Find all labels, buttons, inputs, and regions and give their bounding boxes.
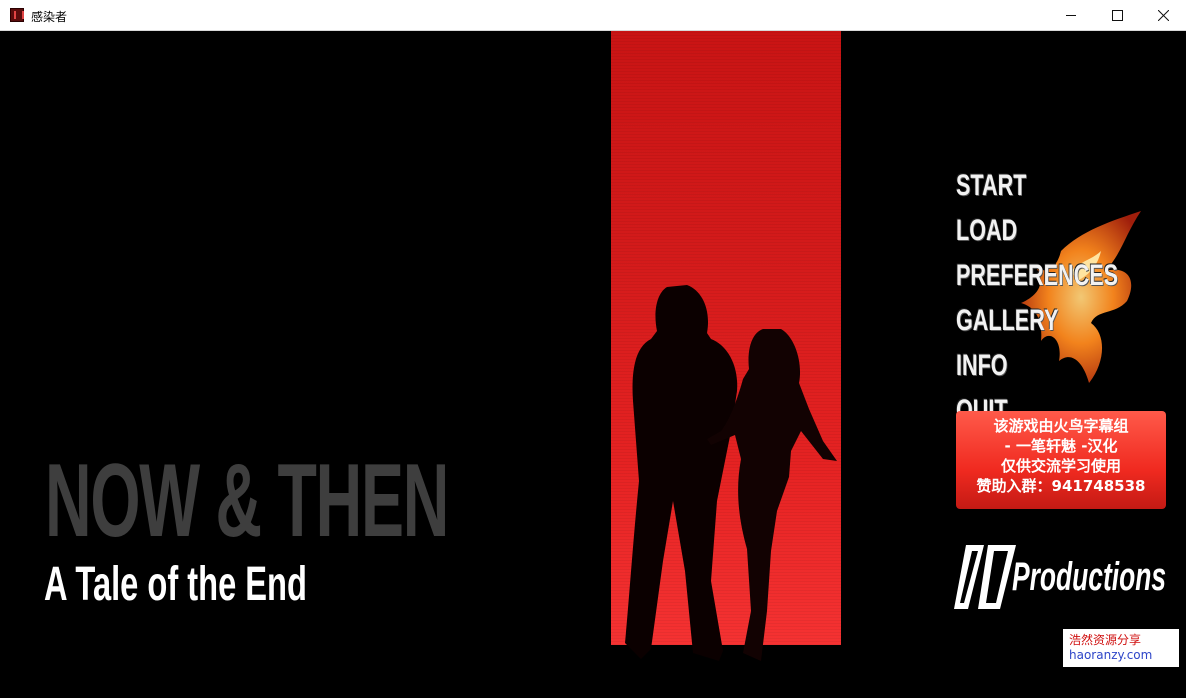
minimize-button[interactable] (1048, 0, 1094, 31)
logo-text: Productions (1012, 555, 1167, 599)
menu-gallery-button[interactable]: GALLERY (956, 298, 1118, 343)
site-watermark: 浩然资源分享 haoranzy.com (1063, 629, 1179, 667)
app-icon (10, 8, 24, 22)
window-title: 感染者 (31, 10, 68, 24)
menu-preferences-button[interactable]: PREFERENCES (956, 253, 1118, 298)
watermark-title: 浩然资源分享 (1069, 633, 1142, 647)
credits-line: 赞助入群：941748538 (976, 477, 1146, 495)
maximize-button[interactable] (1094, 0, 1140, 31)
ils-logo-icon (954, 545, 1016, 609)
credits-line: 仅供交流学习使用 (1000, 457, 1121, 475)
credits-line: 该游戏由火鸟字幕组 (993, 417, 1129, 435)
translation-credits: 该游戏由火鸟字幕组 - 一笔轩魅 -汉化 仅供交流学习使用 赞助入群：94174… (956, 411, 1166, 509)
studio-logo: Productions (954, 541, 1166, 613)
game-title: NOW & THEN (45, 443, 449, 559)
window-titlebar: 感染者 (0, 0, 1186, 31)
watermark-url: haoranzy.com (1069, 648, 1153, 662)
minimize-icon (1065, 15, 1076, 16)
close-button[interactable] (1140, 0, 1186, 31)
game-subtitle: A Tale of the End (44, 558, 307, 611)
main-menu: START LOAD PREFERENCES GALLERY INFO QUIT (956, 163, 1181, 433)
menu-load-button[interactable]: LOAD (956, 208, 1118, 253)
game-canvas: NOW & THEN A Tale of the End START LOAD … (1, 31, 1185, 697)
credits-line: - 一笔轩魅 -汉化 (1004, 437, 1118, 455)
close-icon (1157, 10, 1169, 21)
menu-start-button[interactable]: START (956, 163, 1118, 208)
character-silhouettes (625, 285, 837, 661)
maximize-icon (1111, 10, 1123, 21)
menu-info-button[interactable]: INFO (956, 343, 1118, 388)
